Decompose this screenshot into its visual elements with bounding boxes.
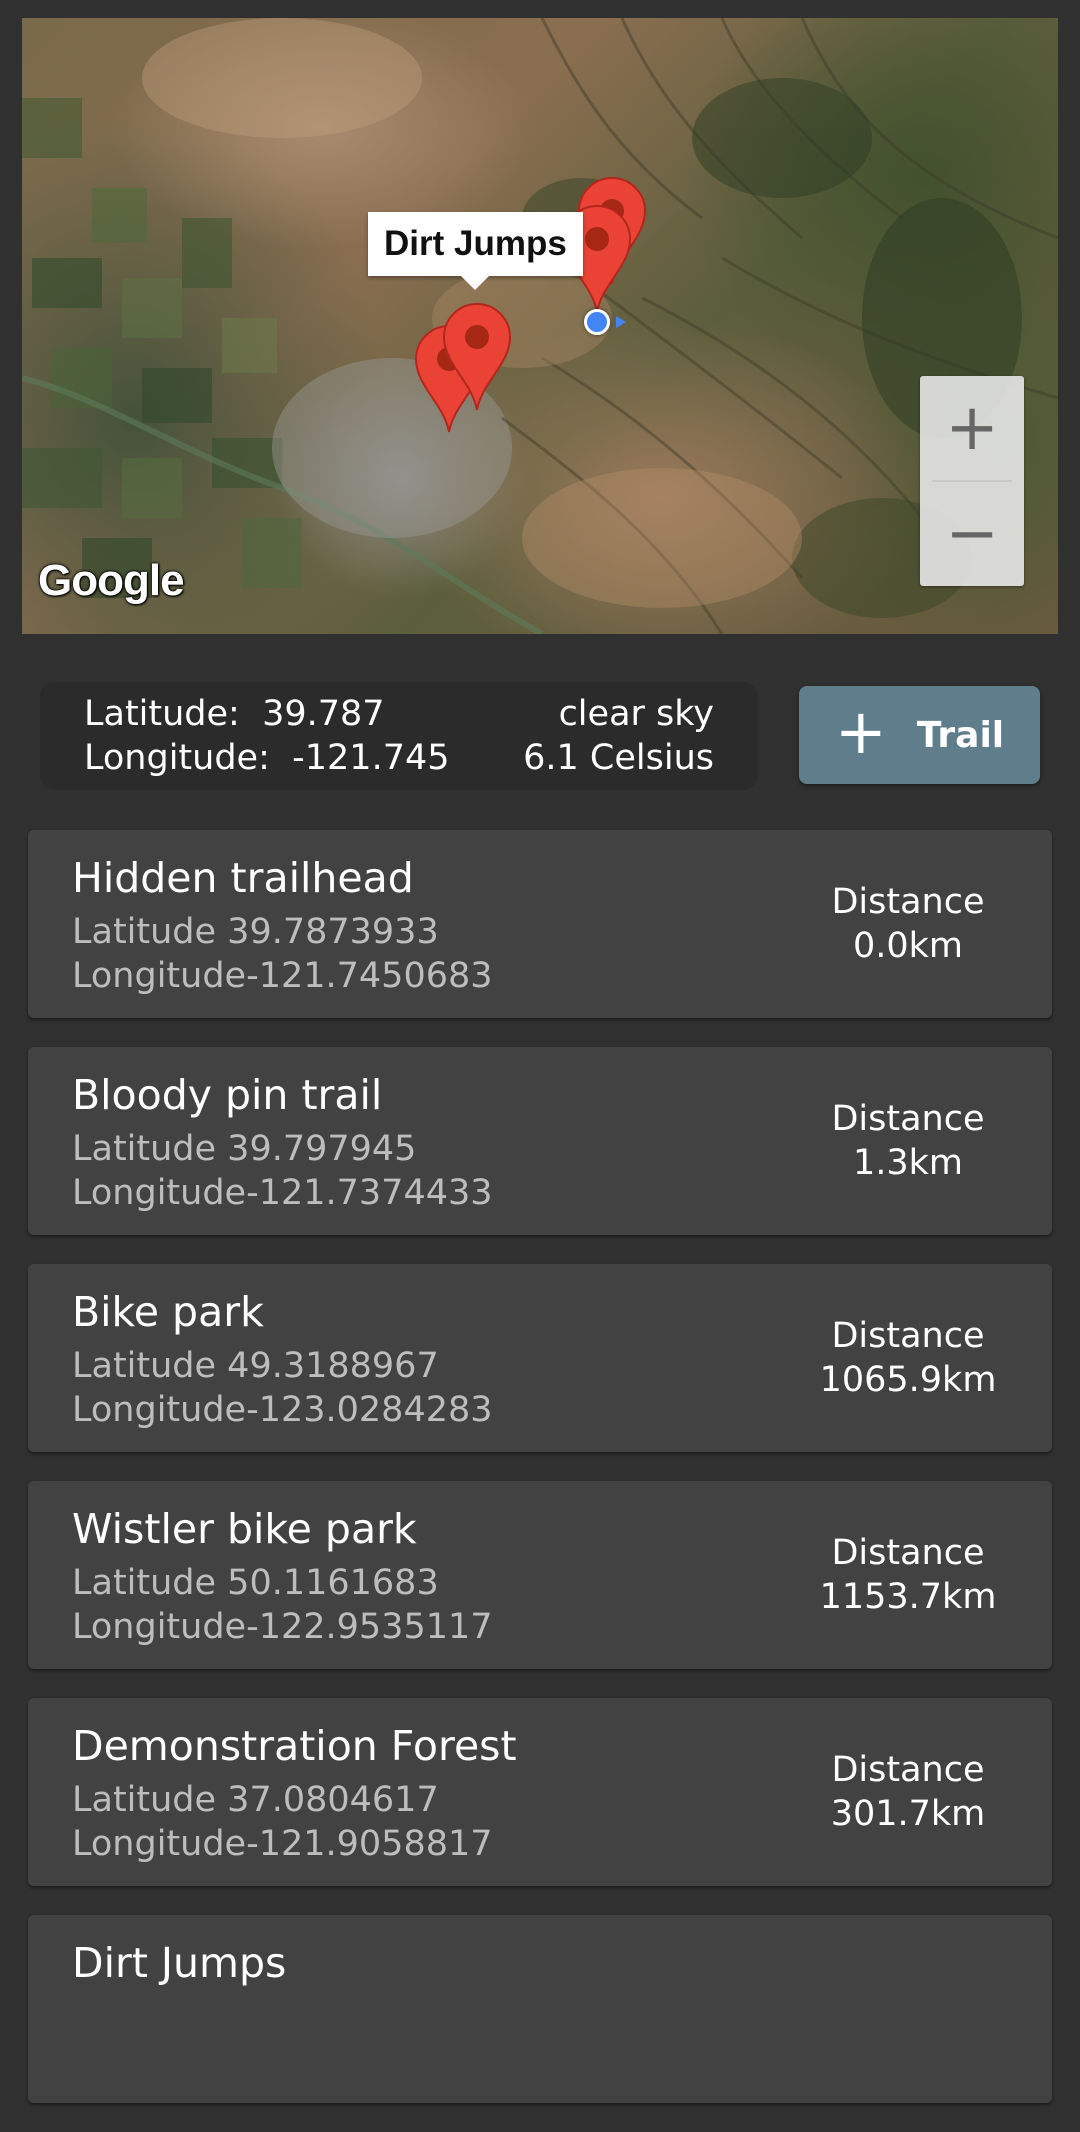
coordinates: Latitude: 39.787 Longitude: -121.745 (84, 692, 450, 780)
trail-distance: Distance 301.7km (808, 1748, 1008, 1836)
add-trail-button[interactable]: + Trail (799, 686, 1040, 784)
trail-longitude: Longitude-121.9058817 (72, 1824, 493, 1864)
trail-card[interactable]: Wistler bike park Latitude 50.1161683 Lo… (28, 1481, 1052, 1669)
trail-latitude: Latitude 37.0804617 (72, 1780, 439, 1820)
satellite-imagery (22, 18, 1058, 634)
distance-value: 1153.7km (819, 1577, 997, 1617)
distance-label: Distance (831, 1099, 985, 1139)
distance-value: 301.7km (830, 1794, 986, 1834)
zoom-out-button[interactable]: − (920, 482, 1024, 586)
trail-latitude: Latitude 39.797945 (72, 1129, 417, 1169)
trail-card[interactable]: Bike park Latitude 49.3188967 Longitude-… (28, 1264, 1052, 1452)
latitude-label: Latitude: (84, 694, 240, 734)
distance-label: Distance (831, 882, 985, 922)
trail-name: Dirt Jumps (72, 1939, 287, 1987)
weather-condition: clear sky (558, 694, 714, 734)
heading-arrow-icon (616, 316, 626, 328)
trail-marker-icon[interactable] (442, 302, 512, 412)
trail-name: Bloody pin trail (72, 1071, 383, 1119)
distance-label: Distance (831, 1750, 985, 1790)
plus-icon: + (834, 695, 887, 768)
latitude-value: 39.787 (262, 694, 385, 734)
distance-value: 1.3km (852, 1143, 964, 1183)
weather: clear sky 6.1 Celsius (523, 692, 714, 780)
trail-card[interactable]: Bloody pin trail Latitude 39.797945 Long… (28, 1047, 1052, 1235)
marker-info-window[interactable]: Dirt Jumps (368, 212, 583, 290)
trail-card[interactable]: Hidden trailhead Latitude 39.7873933 Lon… (28, 830, 1052, 1018)
trail-longitude: Longitude-123.0284283 (72, 1390, 493, 1430)
trail-longitude: Longitude-121.7374433 (72, 1173, 493, 1213)
distance-label: Distance (831, 1316, 985, 1356)
latitude-row: Latitude: 39.787 (84, 692, 450, 736)
longitude-label: Longitude: (84, 738, 270, 778)
trail-name: Hidden trailhead (72, 854, 414, 902)
trail-distance: Distance 1065.9km (808, 1314, 1008, 1402)
longitude-value: -121.745 (292, 738, 450, 778)
zoom-controls: + − (920, 376, 1024, 586)
google-logo: Google (38, 556, 185, 605)
my-location-dot-icon (584, 309, 610, 335)
trail-latitude: Latitude 49.3188967 (72, 1346, 439, 1386)
trail-name: Wistler bike park (72, 1505, 417, 1553)
trail-distance: Distance 1153.7km (808, 1531, 1008, 1619)
trail-distance: Distance 0.0km (808, 880, 1008, 968)
trail-card[interactable]: Demonstration Forest Latitude 37.0804617… (28, 1698, 1052, 1886)
trail-list[interactable]: Hidden trailhead Latitude 39.7873933 Lon… (28, 830, 1052, 2132)
distance-value: 1065.9km (819, 1360, 997, 1400)
zoom-in-button[interactable]: + (920, 376, 1024, 480)
temperature: 6.1 Celsius (523, 738, 714, 778)
trail-latitude: Latitude 39.7873933 (72, 912, 439, 952)
trail-longitude: Longitude-121.7450683 (72, 956, 493, 996)
trail-latitude: Latitude 50.1161683 (72, 1563, 439, 1603)
trail-card[interactable]: Dirt Jumps (28, 1915, 1052, 2103)
longitude-row: Longitude: -121.745 (84, 736, 450, 780)
trail-longitude: Longitude-122.9535117 (72, 1607, 493, 1647)
trail-name: Demonstration Forest (72, 1722, 517, 1770)
trail-name: Bike park (72, 1288, 264, 1336)
add-trail-label: Trail (916, 714, 1005, 756)
distance-value: 0.0km (852, 926, 964, 966)
trail-distance: Distance 1.3km (808, 1097, 1008, 1185)
current-location-panel: Latitude: 39.787 Longitude: -121.745 cle… (40, 682, 758, 790)
map-view[interactable]: Dirt Jumps Google + − (22, 18, 1058, 634)
distance-label: Distance (831, 1533, 985, 1573)
